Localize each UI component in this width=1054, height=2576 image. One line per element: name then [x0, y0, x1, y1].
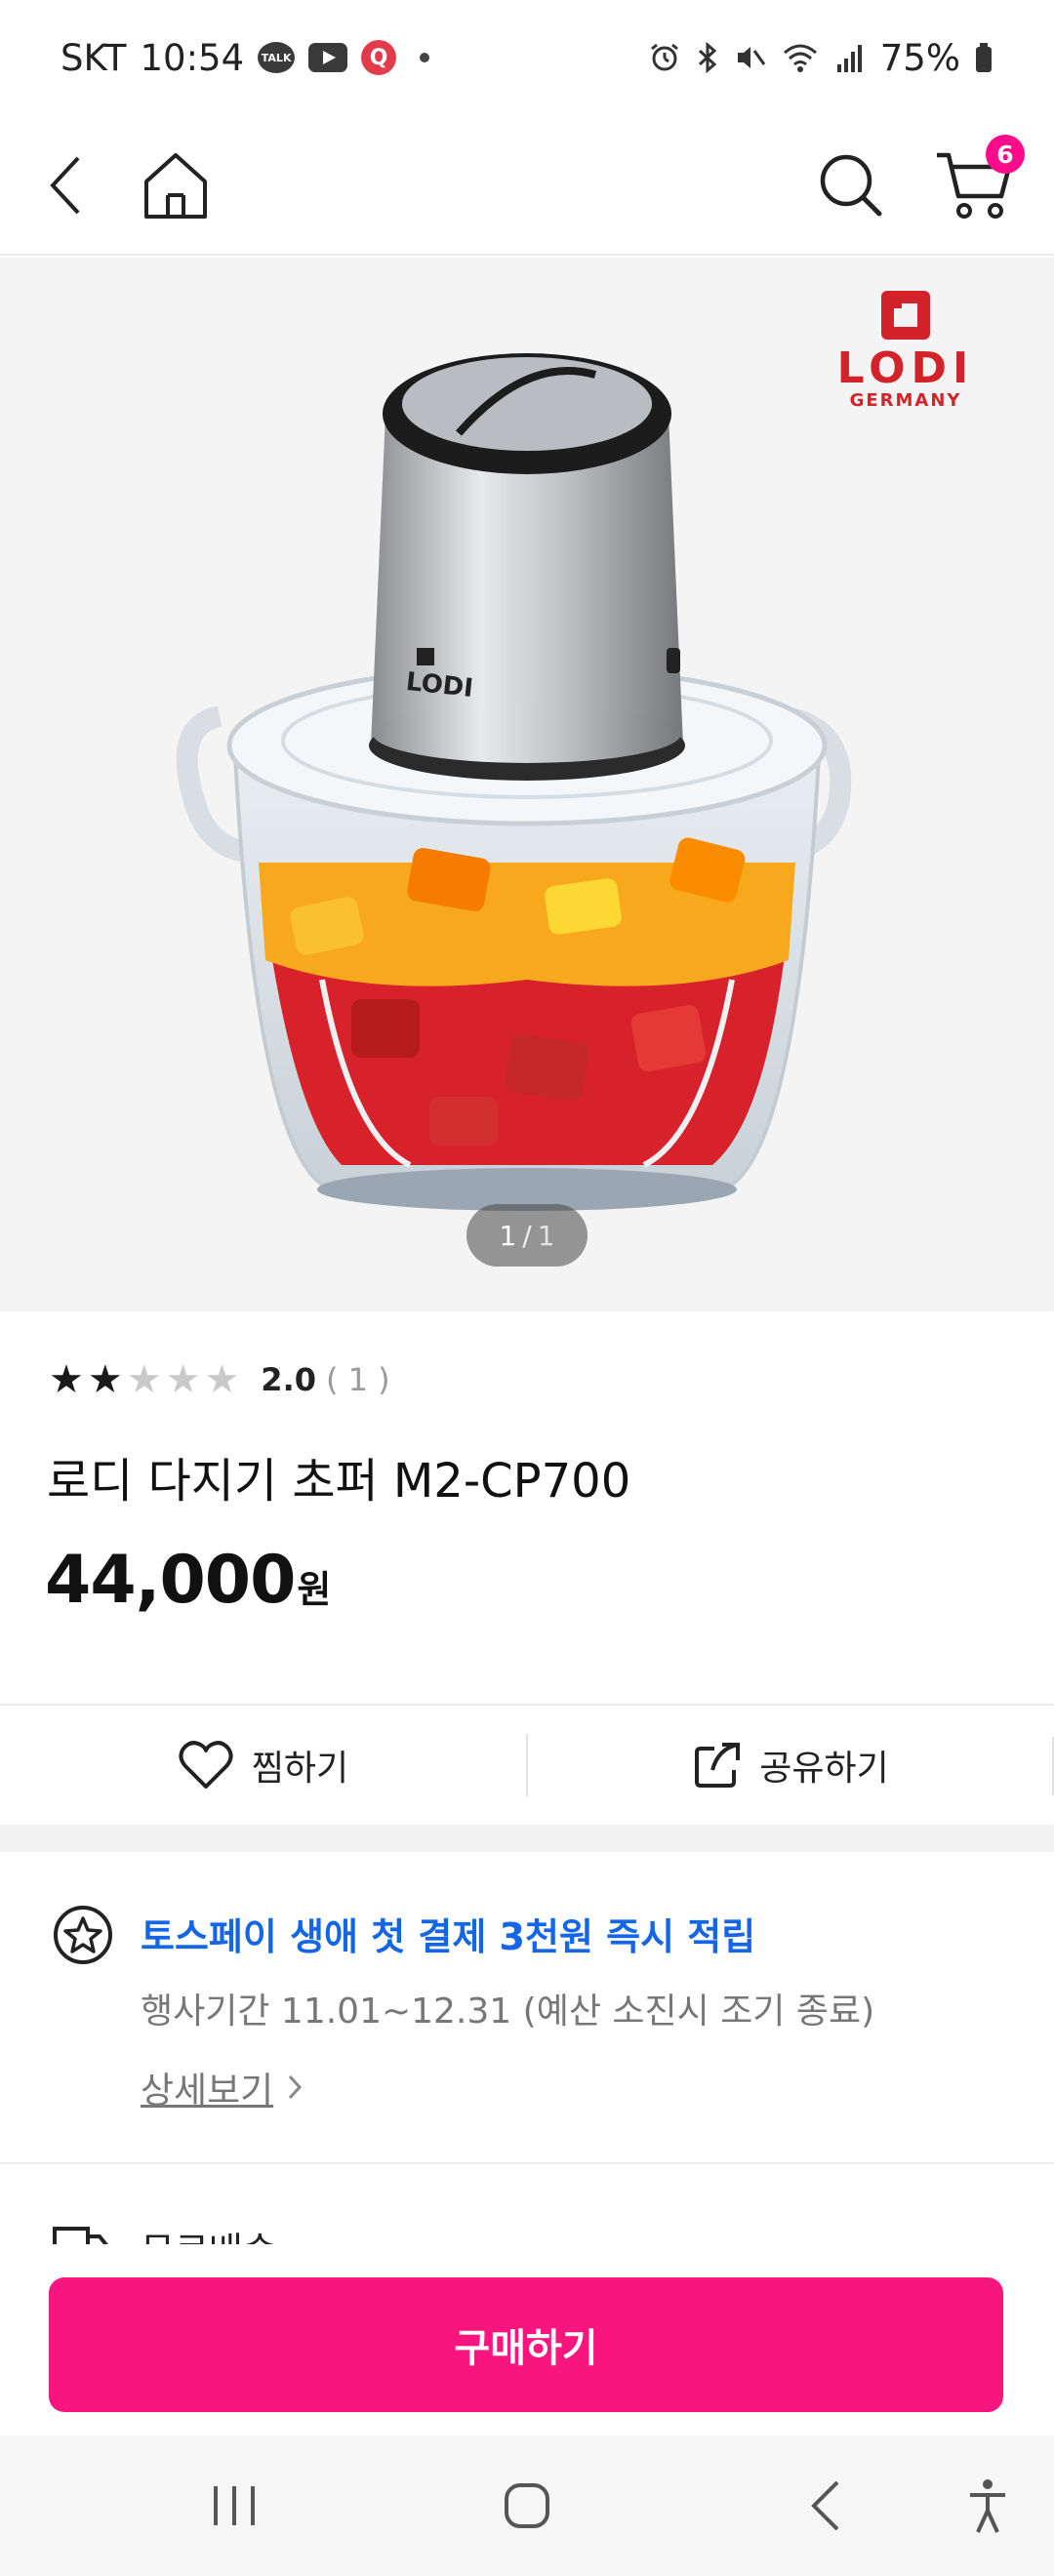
rating-score: 2.0	[261, 1361, 316, 1398]
back-icon	[50, 156, 80, 215]
shipping-info: 무료배송	[0, 2166, 1054, 2244]
star-icon-empty: ★	[126, 1357, 162, 1402]
home-button[interactable]	[137, 115, 215, 256]
back-button[interactable]	[39, 115, 94, 256]
star-icon-filled: ★	[49, 1357, 84, 1402]
product-price: 44,000 원	[45, 1542, 331, 1619]
promotion-period: 행사기간 11.01~12.31 (예산 소진시 조기 종료)	[141, 1992, 875, 2032]
promotion-detail-link[interactable]: 상세보기	[141, 2061, 303, 2113]
price-amount: 44,000	[45, 1542, 296, 1619]
truck-icon	[53, 2227, 108, 2244]
carrier-label: SKT	[61, 36, 127, 79]
product-actions: 찜하기 공유하기	[0, 1704, 1054, 1825]
more-notifications-dot	[420, 53, 430, 62]
product-name: 로디 다지기 초퍼 M2-CP700	[47, 1454, 631, 1509]
kakaotalk-icon: TALK	[258, 42, 296, 73]
accessibility-button[interactable]	[949, 2435, 1027, 2576]
share-label: 공유하기	[759, 1749, 889, 1789]
promotion-title: 토스페이 생애 첫 결제 3천원 즉시 적립	[141, 1915, 756, 1958]
image-counter-total: 1	[537, 1219, 555, 1252]
share-button[interactable]: 공유하기	[528, 1706, 1054, 1825]
signal-icon	[833, 41, 867, 74]
brand-logo-subtext: GERMANY	[849, 390, 962, 411]
youtube-icon	[308, 43, 348, 72]
star-icon-empty: ★	[165, 1357, 201, 1402]
section-separator	[0, 1825, 1054, 1852]
home-circle-icon	[505, 2483, 549, 2528]
wishlist-label: 찜하기	[251, 1749, 349, 1789]
chevron-right-icon	[289, 2074, 303, 2100]
star-rating: ★ ★ ★ ★ ★	[49, 1360, 239, 1399]
status-bar: SKT 10:54 TALK Q 75%	[0, 0, 1054, 115]
search-icon	[820, 154, 882, 217]
clock: 10:54	[140, 36, 245, 79]
star-badge-icon	[54, 1906, 112, 1964]
promotion-section: 토스페이 생애 첫 결제 3천원 즉시 적립 행사기간 11.01~12.31 …	[0, 1852, 1054, 2164]
accessibility-icon	[970, 2479, 1005, 2533]
cart-count-badge: 6	[986, 135, 1025, 174]
wishlist-button[interactable]: 찜하기	[0, 1706, 526, 1825]
brand-logo: LODI GERMANY	[798, 287, 1013, 414]
rating-summary[interactable]: ★ ★ ★ ★ ★ 2.0 ( 1 )	[49, 1354, 390, 1405]
star-icon-filled: ★	[87, 1357, 123, 1402]
shipping-label: 무료배송	[141, 2221, 277, 2244]
cart-button[interactable]: 6	[933, 115, 1025, 256]
promotion-detail-label: 상세보기	[141, 2070, 274, 2112]
nav-back-icon	[811, 2480, 839, 2531]
share-icon	[695, 1743, 741, 1788]
search-button[interactable]	[812, 115, 890, 256]
heart-icon	[179, 1741, 233, 1789]
mute-icon	[734, 41, 767, 74]
alarm-icon	[648, 41, 681, 74]
product-photo: LODI	[176, 353, 852, 1211]
price-currency: 원	[297, 1568, 332, 1611]
system-back-button[interactable]	[787, 2435, 865, 2576]
review-count: ( 1 )	[325, 1361, 390, 1398]
home-icon	[144, 153, 207, 219]
purchase-bar: 구매하기	[0, 2244, 1054, 2435]
image-counter-separator: /	[522, 1219, 532, 1252]
star-icon-empty: ★	[204, 1357, 240, 1402]
buy-button[interactable]: 구매하기	[49, 2277, 1003, 2412]
brand-logo-text: LODI	[836, 343, 975, 393]
image-counter: 1 / 1	[466, 1204, 588, 1267]
battery-icon	[974, 41, 993, 74]
q-app-icon: Q	[361, 40, 397, 75]
top-navigation: 6	[0, 115, 1054, 256]
bluetooth-icon	[695, 41, 720, 74]
battery-percent: 75%	[879, 36, 960, 79]
image-counter-current: 1	[499, 1219, 517, 1252]
system-navigation-bar	[0, 2435, 1054, 2576]
system-home-button[interactable]	[488, 2435, 566, 2576]
wifi-icon	[781, 41, 820, 74]
product-image-gallery[interactable]: LODI LODI GERMANY	[0, 258, 1054, 1311]
recents-button[interactable]	[195, 2435, 273, 2576]
recents-icon	[214, 2486, 255, 2525]
brand-logo-mark	[881, 291, 930, 340]
